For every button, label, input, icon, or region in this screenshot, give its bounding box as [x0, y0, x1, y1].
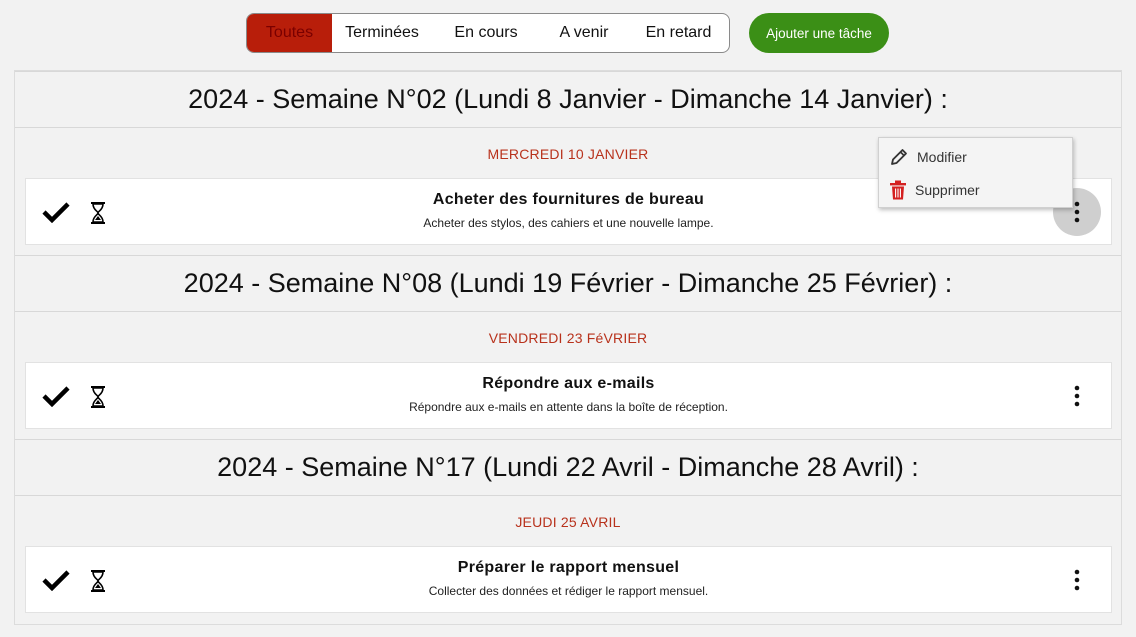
task-title: Préparer le rapport mensuel — [457, 559, 680, 576]
day-label: VENDREDI 23 FéVRIER — [488, 330, 648, 346]
tab-a-venir[interactable]: A venir — [540, 14, 628, 52]
task-context-menu: Modifier Supprimer — [878, 137, 1073, 208]
tab-en-retard[interactable]: En retard — [628, 14, 729, 52]
tab-en-cours[interactable]: En cours — [432, 14, 540, 52]
task-card: Préparer le rapport mensuel Collecter de… — [25, 546, 1112, 613]
task-description: Répondre aux e-mails en attente dans la … — [409, 400, 728, 414]
more-vertical-icon — [1074, 385, 1080, 407]
more-options-button[interactable] — [1053, 556, 1101, 604]
task-card: Répondre aux e-mails Répondre aux e-mail… — [25, 362, 1112, 429]
more-vertical-icon — [1074, 201, 1080, 223]
week-header: 2024 - Semaine N°17 (Lundi 22 Avril - Di… — [15, 439, 1121, 496]
week-header: 2024 - Semaine N°08 (Lundi 19 Février - … — [15, 255, 1121, 312]
week-header: 2024 - Semaine N°02 (Lundi 8 Janvier - D… — [15, 71, 1121, 128]
filter-tabs: Toutes Terminées En cours A venir En ret… — [246, 13, 730, 53]
task-title: Répondre aux e-mails — [482, 375, 655, 392]
delete-menu-item[interactable]: Supprimer — [879, 174, 1072, 206]
toolbar: Toutes Terminées En cours A venir En ret… — [0, 13, 1136, 53]
more-vertical-icon — [1074, 569, 1080, 591]
task-description: Collecter des données et rédiger le rapp… — [428, 584, 709, 598]
tab-terminees[interactable]: Terminées — [332, 14, 432, 52]
add-task-button[interactable]: Ajouter une tâche — [749, 13, 889, 53]
delete-label: Supprimer — [915, 182, 980, 198]
more-options-button[interactable] — [1053, 372, 1101, 420]
task-description: Acheter des stylos, des cahiers et une n… — [423, 216, 714, 230]
pencil-icon — [891, 149, 907, 165]
day-label: JEUDI 25 AVRIL — [515, 514, 621, 530]
edit-menu-item[interactable]: Modifier — [879, 141, 1072, 173]
edit-label: Modifier — [917, 149, 967, 165]
trash-icon — [890, 180, 906, 200]
tab-toutes[interactable]: Toutes — [247, 14, 332, 52]
